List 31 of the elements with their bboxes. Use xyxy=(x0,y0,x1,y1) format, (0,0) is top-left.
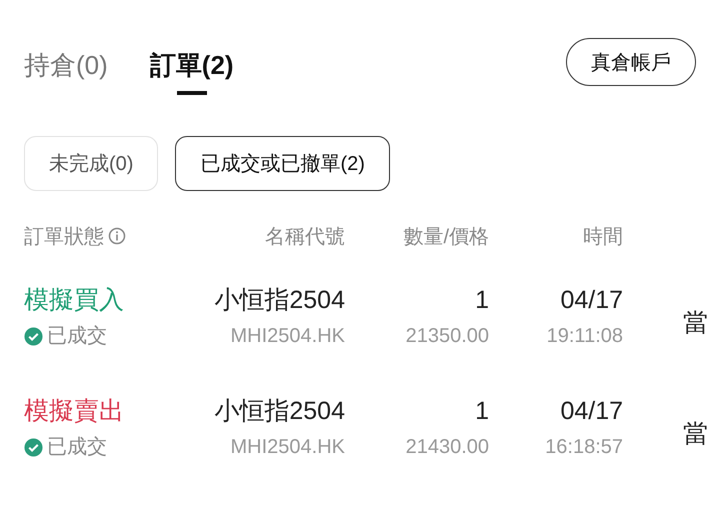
instrument-name: 小恒指2504 xyxy=(214,396,345,426)
order-date: 04/17 xyxy=(560,396,623,426)
instrument-code: MHI2504.HK xyxy=(230,324,345,349)
check-icon xyxy=(24,438,43,456)
order-action: 模擬買入 xyxy=(24,285,125,315)
tab[interactable]: 訂單(2) xyxy=(150,40,234,108)
order-price: 21350.00 xyxy=(406,324,489,349)
instrument-code: MHI2504.HK xyxy=(230,435,345,460)
instrument-name: 小恒指2504 xyxy=(214,285,345,315)
order-status: 已成交 xyxy=(47,435,107,460)
order-quantity: 1 xyxy=(475,285,489,315)
info-icon[interactable] xyxy=(108,227,126,245)
account-button[interactable]: 真倉帳戶 xyxy=(566,38,696,86)
column-header: 時間 xyxy=(583,226,623,248)
order-price: 21430.00 xyxy=(406,435,489,460)
order-time: 16:18:57 xyxy=(545,435,623,460)
table-cell: 當 xyxy=(683,419,708,449)
column-header: 訂單狀態 xyxy=(24,224,104,250)
order-quantity: 1 xyxy=(475,396,489,426)
table-cell: 當 xyxy=(683,308,708,338)
tab[interactable]: 持倉(0) xyxy=(24,40,108,108)
order-action: 模擬賣出 xyxy=(24,396,125,426)
check-icon xyxy=(24,326,43,346)
filter-chip[interactable]: 未完成(0) xyxy=(24,136,158,191)
column-header: 名稱代號 xyxy=(265,226,345,248)
tab-underline xyxy=(176,90,207,94)
filter-chip[interactable]: 已成交或已撤單(2) xyxy=(175,136,390,191)
column-header: 數量/價格 xyxy=(403,226,489,248)
order-status: 已成交 xyxy=(47,324,107,349)
order-date: 04/17 xyxy=(560,285,623,315)
order-time: 19:11:08 xyxy=(546,324,623,349)
